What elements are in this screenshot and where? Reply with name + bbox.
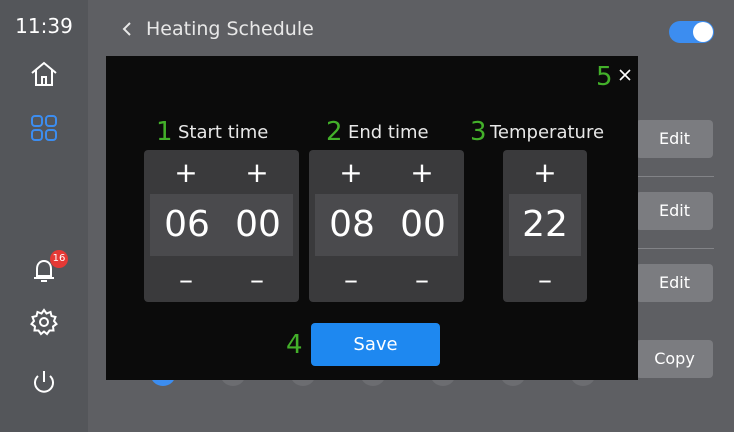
schedule-toggle[interactable] (669, 21, 714, 43)
step-marker-1: 1 (156, 117, 173, 147)
temperature-decrement[interactable]: – (525, 265, 565, 295)
save-button[interactable]: Save (311, 323, 440, 366)
end-minute-decrement[interactable]: – (402, 265, 442, 295)
copy-button[interactable]: Copy (636, 340, 713, 378)
home-icon[interactable] (28, 58, 60, 90)
start-minute-value: 00 (235, 204, 281, 245)
divider (636, 176, 714, 177)
step-marker-4: 4 (286, 330, 303, 360)
start-minute-increment[interactable]: + (237, 158, 277, 188)
end-hour-decrement[interactable]: – (331, 265, 371, 295)
page-title: Heating Schedule (146, 18, 314, 40)
end-minute-value: 00 (400, 204, 446, 245)
toggle-knob (693, 22, 713, 42)
notification-badge: 16 (50, 250, 68, 268)
end-time-picker: + + 08 00 – – (309, 150, 464, 302)
start-hour-increment[interactable]: + (166, 158, 206, 188)
power-icon[interactable] (28, 366, 60, 398)
edit-button-3[interactable]: Edit (636, 264, 713, 302)
temperature-increment[interactable]: + (525, 158, 565, 188)
end-hour-increment[interactable]: + (331, 158, 371, 188)
close-icon[interactable] (618, 68, 632, 82)
start-hour-decrement[interactable]: – (166, 265, 206, 295)
temperature-display: 22 (509, 194, 581, 256)
step-marker-2: 2 (326, 117, 343, 147)
sidebar: 11:39 16 (0, 0, 88, 432)
start-time-display: 06 00 (150, 194, 293, 256)
chevron-left-icon[interactable] (118, 19, 138, 39)
start-time-picker: + + 06 00 – – (144, 150, 299, 302)
start-time-label: Start time (178, 122, 269, 143)
end-time-label: End time (348, 122, 429, 143)
temperature-value: 22 (522, 204, 568, 245)
step-marker-5: 5 (596, 62, 613, 92)
clock: 11:39 (15, 14, 73, 38)
end-time-display: 08 00 (315, 194, 458, 256)
temperature-picker: + 22 – (503, 150, 587, 302)
end-minute-increment[interactable]: + (402, 158, 442, 188)
start-hour-value: 06 (164, 204, 210, 245)
temperature-label: Temperature (490, 122, 605, 143)
edit-button-2[interactable]: Edit (636, 192, 713, 230)
start-minute-decrement[interactable]: – (237, 265, 277, 295)
end-hour-value: 08 (329, 204, 375, 245)
divider (636, 248, 714, 249)
page-header: Heating Schedule (118, 14, 314, 44)
edit-schedule-dialog: 5 1 Start time 2 End time 3 Temperature … (106, 56, 638, 380)
gear-icon[interactable] (28, 306, 60, 338)
grid-icon[interactable] (28, 112, 60, 144)
edit-button-1[interactable]: Edit (636, 120, 713, 158)
step-marker-3: 3 (470, 117, 487, 147)
